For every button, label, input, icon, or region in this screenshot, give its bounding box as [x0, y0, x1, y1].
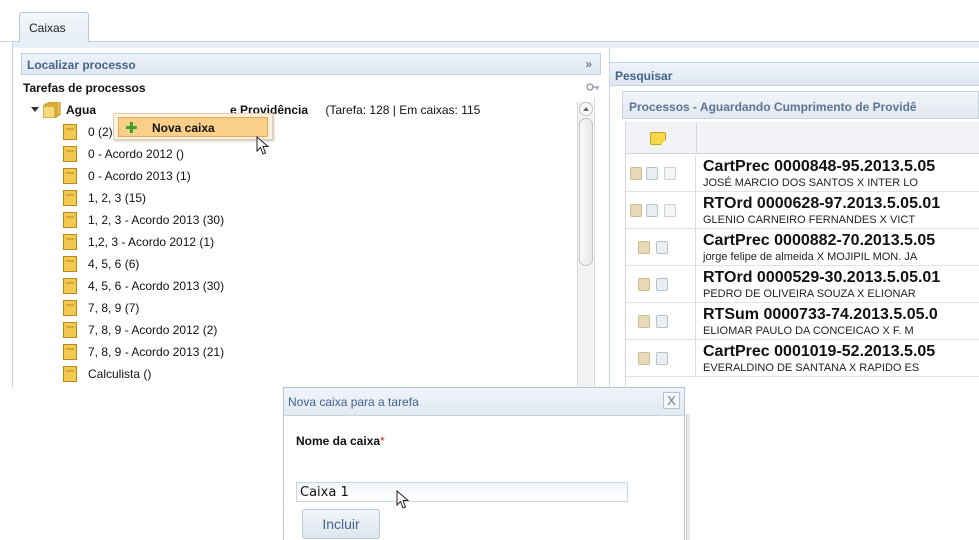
folder-icon	[63, 322, 77, 338]
process-parties: JOSÉ MARCIO DOS SANTOS X INTER LO	[703, 177, 918, 189]
text-cursor-icon	[396, 490, 410, 509]
tree-item-label: 7, 8, 9 (7)	[88, 301, 140, 315]
tree-item-label: 0 (2)	[88, 125, 113, 139]
table-row[interactable]: CartPrec 0000848-95.2013.5.05 JOSÉ MARCI…	[626, 155, 979, 192]
dialog-edge	[686, 414, 690, 540]
tree-item-label: 1,2, 3 - Acordo 2012 (1)	[88, 235, 215, 249]
folder-icon	[63, 124, 77, 140]
context-menu: ✚ Nova caixa	[113, 113, 273, 140]
tree-item-label: 4, 5, 6 (6)	[88, 257, 140, 271]
tree-item-label: 0 - Acordo 2013 (1)	[88, 169, 191, 183]
process-number[interactable]: CartPrec 0000882-70.2013.5.05	[703, 232, 935, 250]
folder-icon	[63, 366, 77, 382]
folder-icon	[63, 256, 77, 272]
table-row[interactable]: CartPrec 0001019-52.2013.5.05 EVERALDINO…	[626, 340, 979, 377]
nome-da-caixa-input[interactable]	[296, 482, 628, 502]
table-row[interactable]: RTOrd 0000628-97.2013.5.05.01 GLENIO CAR…	[626, 192, 979, 229]
folder-icon	[63, 146, 77, 162]
scroll-thumb[interactable]	[579, 118, 593, 266]
nova-caixa-dialog: Nova caixa para a tarefa X Nome da caixa…	[283, 387, 685, 540]
document-icon[interactable]	[646, 204, 658, 217]
table-row[interactable]: RTSum 0000733-74.2013.5.05.0 ELIOMAR PAU…	[626, 303, 979, 340]
process-parties: jorge felipe de almeida X MOJIPIL MON. J…	[703, 251, 918, 263]
document-icon[interactable]	[664, 167, 676, 180]
add-plus-icon: ✚	[125, 120, 138, 137]
task-tree: Agua e Providência (Tarefa: 128 | Em caix…	[25, 98, 595, 388]
folder-icon	[63, 168, 77, 184]
document-icon[interactable]	[656, 278, 668, 291]
folder-icon	[63, 344, 77, 360]
folder-icon[interactable]	[630, 204, 642, 217]
folder-icon[interactable]	[638, 241, 650, 254]
pesquisar-header[interactable]: Pesquisar	[610, 62, 979, 86]
processos-header: Processos - Aguardando Cumprimento de Pr…	[622, 91, 979, 119]
expand-arrow-icon[interactable]	[31, 107, 39, 112]
process-number[interactable]: RTSum 0000733-74.2013.5.05.0	[703, 306, 938, 324]
document-icon[interactable]	[656, 315, 668, 328]
process-number[interactable]: CartPrec 0001019-52.2013.5.05	[703, 343, 935, 361]
process-parties: PEDRO DE OLIVEIRA SOUZA X ELIONAR	[703, 288, 916, 300]
folder-icon	[63, 234, 77, 250]
close-icon[interactable]: X	[663, 392, 680, 409]
tree-item-label: 1, 2, 3 (15)	[88, 191, 147, 205]
grid-header	[626, 122, 979, 154]
tree-item-label: Calculista ()	[88, 367, 152, 381]
document-icon[interactable]	[656, 241, 668, 254]
process-panel: Pesquisar Processos - Aguardando Cumprim…	[610, 58, 979, 388]
tarefas-heading: Tarefas de processos	[23, 81, 146, 95]
scroll-up-icon[interactable]	[579, 102, 593, 116]
tab-bar: Caixas	[0, 0, 979, 43]
document-icon[interactable]	[646, 167, 658, 180]
menu-item-label: Nova caixa	[152, 121, 215, 135]
folder-icon	[63, 300, 77, 316]
folder-icon[interactable]	[638, 278, 650, 291]
process-number[interactable]: CartPrec 0000848-95.2013.5.05	[703, 158, 935, 176]
table-row[interactable]: RTOrd 0000529-30.2013.5.05.01 PEDRO DE O…	[626, 266, 979, 303]
folder-icon[interactable]	[638, 315, 650, 328]
tab-caixas[interactable]: Caixas	[19, 12, 89, 43]
table-row[interactable]: CartPrec 0000882-70.2013.5.05 jorge feli…	[626, 229, 979, 266]
tree-item-label: 7, 8, 9 - Acordo 2013 (21)	[88, 345, 225, 359]
process-parties: GLENIO CARNEIRO FERNANDES X VICT	[703, 214, 916, 226]
folders-icon	[43, 102, 61, 118]
root-task-counts: (Tarefa: 128 | Em caixas: 115	[325, 103, 481, 117]
localizar-label: Localizar processo	[27, 58, 136, 72]
note-icon[interactable]	[650, 132, 666, 145]
mouse-cursor-icon	[256, 136, 270, 155]
incluir-button[interactable]: Incluir	[302, 509, 380, 539]
tree-item-label: 7, 8, 9 - Acordo 2012 (2)	[88, 323, 218, 337]
document-icon[interactable]	[664, 204, 676, 217]
folder-icon[interactable]	[638, 352, 650, 365]
tasks-panel: Localizar processo » Tarefas de processo…	[12, 48, 610, 388]
localizar-processo-header[interactable]: Localizar processo »	[21, 53, 601, 75]
field-label: Nome da caixa*	[296, 434, 385, 448]
tree-item-label: 4, 5, 6 - Acordo 2013 (30)	[88, 279, 225, 293]
field-label-text: Nome da caixa	[296, 434, 381, 448]
root-task-name-start: Agua	[66, 103, 96, 117]
dialog-title: Nova caixa para a tarefa	[288, 395, 419, 409]
folder-icon	[63, 190, 77, 206]
menu-item-nova-caixa[interactable]: ✚ Nova caixa	[118, 117, 268, 137]
folder-icon	[63, 212, 77, 228]
process-parties: EVERALDINO DE SANTANA X RAPIDO ES	[703, 362, 920, 374]
key-icon[interactable]	[586, 82, 600, 92]
tree-item-label: 1, 2, 3 - Acordo 2013 (30)	[88, 213, 225, 227]
process-number[interactable]: RTOrd 0000529-30.2013.5.05.01	[703, 269, 940, 287]
expand-chevron-icon[interactable]: »	[585, 57, 592, 71]
document-icon[interactable]	[656, 352, 668, 365]
folder-icon[interactable]	[630, 167, 642, 180]
tree-item-label: 0 - Acordo 2012 ()	[88, 147, 185, 161]
dialog-title-bar[interactable]: Nova caixa para a tarefa X	[284, 388, 684, 416]
process-parties: ELIOMAR PAULO DA CONCEICAO X F. M	[703, 325, 914, 337]
tree-scrollbar[interactable]	[577, 102, 593, 388]
process-number[interactable]: RTOrd 0000628-97.2013.5.05.01	[703, 195, 940, 213]
folder-icon	[63, 278, 77, 294]
process-grid: CartPrec 0000848-95.2013.5.05 JOSÉ MARCI…	[625, 122, 979, 388]
required-mark: *	[380, 434, 385, 448]
